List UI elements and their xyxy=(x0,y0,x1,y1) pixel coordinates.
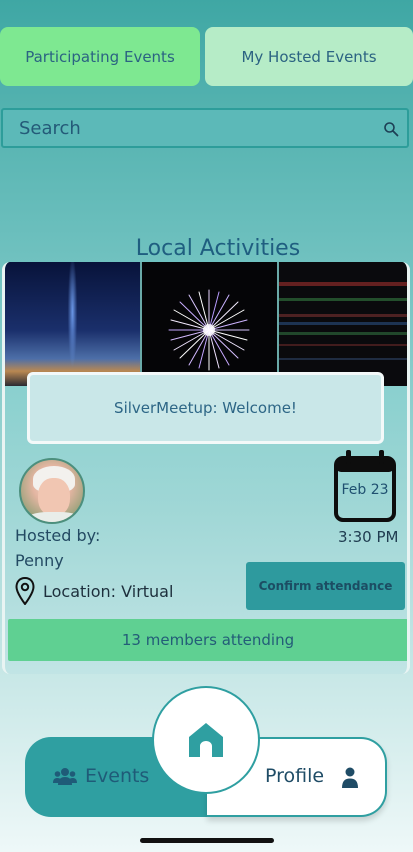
host-name: Penny xyxy=(15,551,64,570)
location-text: Location: Virtual xyxy=(43,581,174,601)
hosted-by-label: Hosted by: xyxy=(15,526,101,545)
group-icon xyxy=(53,768,77,785)
event-photo-fireworks xyxy=(142,262,277,386)
tab-my-hosted-events[interactable]: My Hosted Events xyxy=(205,27,413,86)
event-tabs: Participating Events My Hosted Events xyxy=(0,27,413,86)
attending-count: 13 members attending xyxy=(8,619,407,661)
location-pin-icon xyxy=(15,577,35,605)
event-photo-lights xyxy=(279,262,407,386)
event-photo-light-beam xyxy=(5,262,140,386)
search-bar xyxy=(1,108,409,148)
event-time: 3:30 PM xyxy=(338,528,399,546)
search-input[interactable] xyxy=(19,117,359,139)
event-card[interactable]: SilverMeetup: Welcome! Hosted by: Penny … xyxy=(2,262,410,674)
search-icon[interactable] xyxy=(383,121,399,137)
nav-profile-label: Profile xyxy=(265,765,325,787)
confirm-attendance-button[interactable]: Confirm attendance xyxy=(246,562,405,610)
host-avatar xyxy=(19,458,85,524)
location-row: Location: Virtual xyxy=(15,576,173,606)
user-icon xyxy=(342,767,358,788)
home-icon xyxy=(189,723,223,757)
tab-participating-events[interactable]: Participating Events xyxy=(0,27,200,86)
event-title: SilverMeetup: Welcome! xyxy=(27,372,384,444)
event-date: Feb 23 xyxy=(341,482,389,498)
section-title: Local Activities xyxy=(135,236,301,261)
nav-events-label: Events xyxy=(85,765,150,787)
event-photos xyxy=(5,262,407,386)
home-button[interactable] xyxy=(152,686,260,794)
home-indicator xyxy=(140,838,274,843)
